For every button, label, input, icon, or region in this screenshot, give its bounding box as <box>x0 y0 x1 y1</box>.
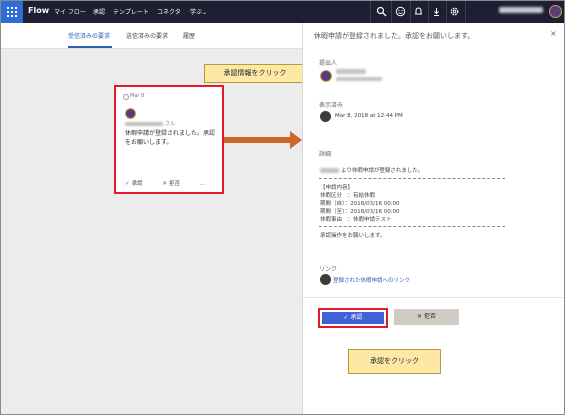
check-icon: ✓ <box>125 181 130 187</box>
details-label: 詳細 <box>319 151 332 158</box>
search-icon[interactable] <box>376 6 387 17</box>
shown-label: 表示済み <box>319 102 344 109</box>
content-row: 期間（至）：2018/03/16 00:00 <box>320 209 400 215</box>
topbar-divider <box>446 1 447 23</box>
check-icon: ✓ <box>343 314 349 321</box>
close-icon: ✕ <box>162 181 167 187</box>
bell-icon[interactable] <box>413 6 424 17</box>
avatar <box>125 108 136 119</box>
clock-icon <box>123 94 129 100</box>
requests-tabs: 受信済みの要求 送信済みの要求 履歴 <box>1 23 302 49</box>
close-icon: ✕ <box>417 313 423 320</box>
nav-learn[interactable]: 学ぶ⌄ <box>190 7 207 16</box>
card-reject-label: 拒否 <box>168 181 180 187</box>
submitter-label: 提出人 <box>319 60 338 67</box>
submitter-email-blurred <box>336 77 382 81</box>
download-icon[interactable] <box>431 6 442 17</box>
reject-label: 拒否 <box>423 313 436 320</box>
card-approve-label: 承認 <box>131 181 143 187</box>
requests-pane: 受信済みの要求 送信済みの要求 履歴 Mar 8 さん 休暇申請が登録されました… <box>1 23 306 414</box>
content-row: 休暇区分 ：有給休暇 <box>320 193 376 199</box>
active-tab-indicator <box>68 46 112 48</box>
content-header: 【申請内容】 <box>320 185 354 191</box>
nav-learn-label: 学ぶ <box>190 9 203 16</box>
nav-my-flows[interactable]: マイ フロー <box>54 7 86 16</box>
divider <box>303 297 564 298</box>
brand-title[interactable]: Flow <box>28 6 49 15</box>
nav-approvals[interactable]: 承認 <box>93 7 105 16</box>
divider <box>319 178 505 179</box>
requester-name-blurred <box>320 168 339 173</box>
registered-line: より休暇申請が登録されました。 <box>341 168 424 174</box>
callout-approval-info: 承認情報をクリック <box>204 64 306 83</box>
requester-suffix: さん <box>165 121 176 127</box>
request-line: 承認操作をお願いします。 <box>320 233 386 239</box>
shown-date: Mar 8, 2018 at 12:44 PM <box>335 113 403 119</box>
topbar-divider <box>410 1 411 23</box>
tab-received[interactable]: 受信済みの要求 <box>68 31 110 40</box>
gear-icon[interactable] <box>449 6 460 17</box>
approve-button[interactable]: ✓ 承認 <box>318 308 388 328</box>
app-launcher-icon[interactable] <box>1 1 23 23</box>
tab-sent[interactable]: 送信済みの要求 <box>126 31 168 40</box>
card-actions: ✓ 承認 ✕ 拒否 … <box>125 179 214 187</box>
callout-click-approve: 承認をクリック <box>348 349 441 374</box>
close-icon[interactable]: × <box>550 29 557 38</box>
detail-title: 休暇申請が登録されました。承認をお願いします。 <box>314 32 475 40</box>
card-date: Mar 8 <box>130 93 145 99</box>
card-reject-button[interactable]: ✕ 拒否 <box>162 181 189 187</box>
link-label: リンク <box>319 266 338 273</box>
screenshot-frame: Flow マイ フロー 承認 テンプレート コネクタ 学ぶ⌄ 受信済みの要求 送… <box>0 0 565 415</box>
eye-icon <box>320 111 331 122</box>
arrow-right-icon <box>290 131 302 149</box>
requester-name-blurred <box>125 122 163 126</box>
arrow-shaft <box>224 137 292 143</box>
topbar-divider <box>391 1 392 23</box>
nav-connectors[interactable]: コネクタ <box>157 7 181 16</box>
tab-history[interactable]: 履歴 <box>183 31 195 40</box>
topbar-divider <box>370 1 371 23</box>
smiley-icon[interactable] <box>395 6 406 17</box>
user-name-blurred <box>499 7 543 13</box>
reject-button[interactable]: ✕ 拒否 <box>394 309 459 325</box>
user-avatar[interactable] <box>549 5 562 18</box>
avatar <box>320 70 332 82</box>
more-options-icon[interactable]: … <box>200 181 206 187</box>
request-link[interactable]: 登録された休暇申請へのリンク <box>333 276 410 284</box>
link-icon <box>320 274 331 285</box>
nav-templates[interactable]: テンプレート <box>113 7 149 16</box>
topbar-divider <box>465 1 466 23</box>
divider <box>319 226 505 227</box>
submitter-name-blurred <box>336 69 366 74</box>
card-message: 休暇申請が登録されました。承認をお願いします。 <box>125 130 216 146</box>
approval-request-card[interactable]: Mar 8 さん 休暇申請が登録されました。承認をお願いします。 ✓ 承認 ✕ 拒否… <box>114 85 224 194</box>
top-bar: Flow マイ フロー 承認 テンプレート コネクタ 学ぶ⌄ <box>1 1 564 23</box>
content-row: 期間（自）：2018/03/16 00:00 <box>320 201 400 207</box>
card-approve-button[interactable]: ✓ 承認 <box>125 181 152 187</box>
chevron-down-icon: ⌄ <box>202 9 208 16</box>
content-row: 休暇事由 ：休暇申請テスト <box>320 217 392 223</box>
approve-label: 承認 <box>350 314 363 321</box>
topbar-divider <box>428 1 429 23</box>
